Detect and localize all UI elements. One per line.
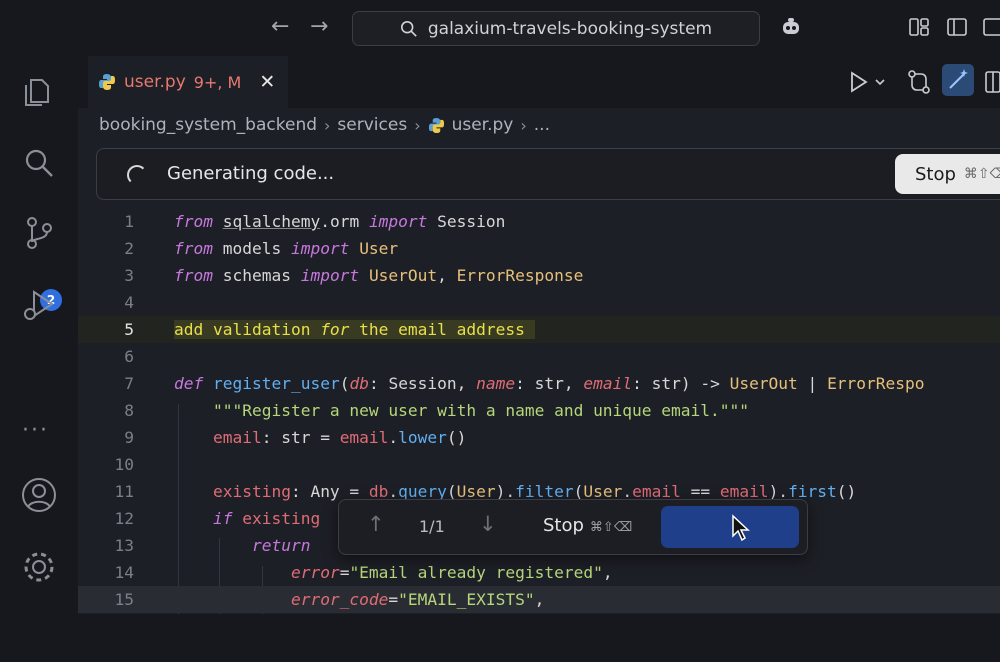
code-line[interactable]: 9 email: str = email.lower() — [78, 424, 1000, 451]
breadcrumb-file[interactable]: user.py — [452, 115, 514, 135]
magic-wand-icon — [949, 69, 968, 89]
stop-button[interactable]: Stop ⌘⇧⌫ — [543, 515, 632, 536]
line-number: 14 — [114, 563, 135, 582]
back-arrow-icon[interactable]: ← — [271, 14, 289, 39]
code-line[interactable]: 2 from models import User — [78, 235, 1000, 262]
tab-user-py[interactable]: user.py 9+, M ✕ — [88, 56, 288, 108]
code-text: return — [251, 536, 311, 555]
mouse-cursor-icon — [732, 514, 750, 542]
code-text: error="Email already registered", — [290, 563, 613, 582]
breadcrumb-folder-services[interactable]: services — [337, 115, 407, 135]
line-number: 15 — [114, 590, 135, 609]
command-center-text: galaxium-travels-booking-system — [427, 18, 713, 39]
source-control-icon[interactable] — [20, 214, 58, 252]
line-number: 7 — [124, 374, 134, 393]
line-number: 12 — [114, 509, 135, 528]
activity-bar: 2 ··· — [0, 56, 78, 614]
stop-generation-button[interactable]: Stop ⌘⇧⌫ — [895, 154, 1000, 194]
toggle-sidebar-icon[interactable] — [946, 16, 968, 38]
generation-status: Generating code... — [167, 163, 335, 184]
tab-status: 9+, M — [193, 72, 242, 92]
stop-label: Stop — [915, 163, 956, 185]
inline-chat-progress-panel: Generating code... Stop ⌘⇧⌫ — [96, 148, 1000, 200]
code-line[interactable]: 15 error_code="EMAIL_EXISTS", — [78, 586, 1000, 613]
code-line[interactable]: 4 — [78, 289, 1000, 316]
python-file-icon — [99, 74, 115, 90]
line-number: 13 — [114, 536, 135, 555]
compare-changes-icon[interactable] — [906, 68, 932, 96]
stop-label: Stop — [543, 515, 584, 536]
code-text: """Register a new user with a name and u… — [212, 401, 749, 420]
code-line[interactable]: 3 from schemas import UserOut, ErrorResp… — [78, 262, 1000, 289]
spinner-icon — [127, 165, 147, 185]
code-text: from schemas import UserOut, ErrorRespon… — [174, 266, 584, 285]
close-icon[interactable]: ✕ — [259, 71, 275, 93]
python-file-icon — [428, 117, 444, 133]
line-number: 9 — [124, 428, 134, 447]
code-line[interactable]: 8 """Register a new user with a name and… — [78, 397, 1000, 424]
chevron-right-icon: › — [324, 115, 331, 135]
breadcrumb-symbol[interactable]: ... — [534, 115, 550, 135]
run-icon[interactable] — [848, 68, 888, 96]
code-text: def register_user(db: Session, name: str… — [174, 374, 925, 393]
line-number: 6 — [124, 347, 134, 366]
command-center-search[interactable]: galaxium-travels-booking-system — [352, 11, 760, 46]
accept-button[interactable] — [661, 506, 799, 548]
forward-arrow-icon[interactable]: → — [310, 14, 328, 39]
arrow-up-icon[interactable]: ↑ — [367, 512, 385, 536]
code-line[interactable]: 6 — [78, 343, 1000, 370]
line-number: 5 — [124, 320, 134, 339]
tab-bar: user.py 9+, M ✕ — [78, 56, 1000, 108]
code-line[interactable]: 14 error="Email already registered", — [78, 559, 1000, 586]
search-icon — [400, 20, 417, 37]
line-number: 11 — [114, 482, 135, 501]
code-text: error_code="EMAIL_EXISTS", — [290, 590, 545, 609]
code-text: email: str = email.lower() — [212, 428, 467, 447]
gear-icon[interactable] — [20, 548, 58, 586]
search-icon[interactable] — [20, 144, 58, 182]
line-number: 4 — [124, 293, 134, 312]
toggle-panel-icon[interactable] — [982, 16, 1000, 38]
change-count: 1/1 — [419, 517, 445, 536]
code-text: if existing — [212, 509, 321, 528]
split-editor-icon[interactable] — [984, 68, 1000, 96]
line-number: 10 — [114, 455, 135, 474]
code-text: from sqlalchemy.orm import Session — [174, 212, 506, 231]
code-line-active[interactable]: 5 add validation for the email address — [78, 316, 1000, 343]
run-debug-icon[interactable] — [20, 286, 58, 324]
line-number: 3 — [124, 266, 134, 285]
line-number: 2 — [124, 239, 134, 258]
customize-layout-icon[interactable] — [908, 16, 930, 38]
code-line[interactable]: 10 — [78, 451, 1000, 478]
account-icon[interactable] — [20, 476, 58, 514]
code-line[interactable]: 1 from sqlalchemy.orm import Session — [78, 208, 1000, 235]
title-bar: ← → galaxium-travels-booking-system — [0, 0, 1000, 56]
stop-shortcut: ⌘⇧⌫ — [963, 166, 1000, 182]
chevron-right-icon: › — [414, 115, 421, 135]
chevron-right-icon: › — [520, 115, 527, 135]
inline-chat-button[interactable] — [942, 64, 974, 96]
tab-filename: user.py — [124, 72, 186, 92]
code-text: from models import User — [174, 239, 399, 258]
code-line[interactable]: 7 def register_user(db: Session, name: s… — [78, 370, 1000, 397]
stop-shortcut: ⌘⇧⌫ — [589, 520, 633, 535]
line-number: 1 — [124, 212, 134, 231]
breadcrumb: booking_system_backend › services › user… — [99, 113, 550, 137]
explorer-icon[interactable] — [20, 72, 58, 110]
copilot-icon[interactable] — [780, 16, 802, 38]
more-icon[interactable]: ··· — [22, 418, 49, 443]
breadcrumb-folder-backend[interactable]: booking_system_backend — [99, 115, 317, 135]
arrow-down-icon[interactable]: ↓ — [479, 512, 497, 536]
inline-prompt-text: add validation for the email address — [174, 320, 535, 339]
line-number: 8 — [124, 401, 134, 420]
